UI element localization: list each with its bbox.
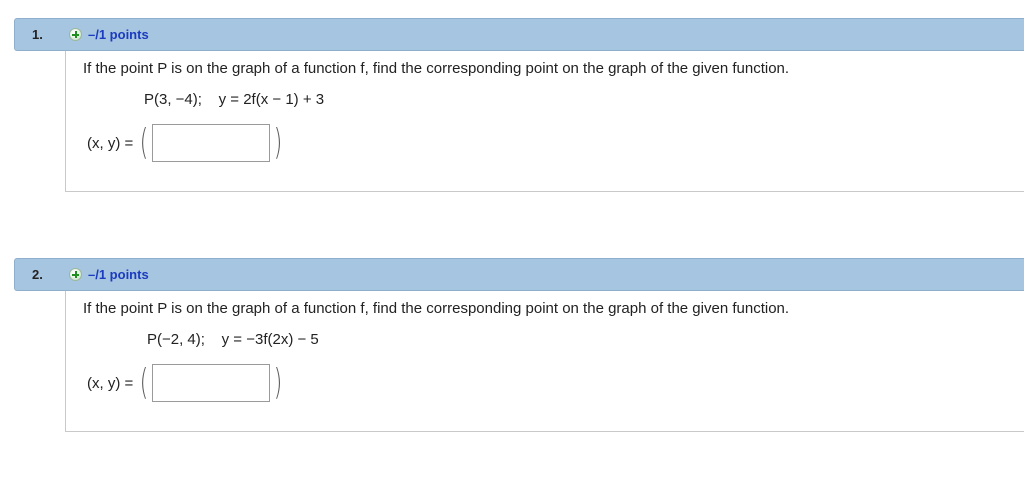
question-number: 1. [32,27,43,42]
open-paren: ( [140,362,149,403]
given-point: P(3, −4); [144,91,202,108]
question-header: 2. –/1 points [14,258,1024,291]
points-link[interactable]: –/1 points [88,27,149,42]
question-2: 2. –/1 points If the point P is on the g… [14,258,1024,432]
close-paren: ) [274,362,283,403]
question-body: If the point P is on the graph of a func… [65,291,1024,432]
plus-circle-icon[interactable] [69,28,82,41]
question-number: 2. [32,267,43,282]
given-function: y = −3f(2x) − 5 [221,331,319,348]
points-link[interactable]: –/1 points [88,267,149,282]
answer-row: (x, y) = ( ) [87,363,285,403]
answer-input[interactable] [152,364,271,402]
given-expression: P(−2, 4); y = −3f(2x) − 5 [147,331,319,348]
given-expression: P(3, −4); y = 2f(x − 1) + 3 [144,91,324,108]
answer-label: (x, y) = [87,134,134,152]
question-1: 1. –/1 points If the point P is on the g… [14,18,1024,192]
question-prompt: If the point P is on the graph of a func… [83,300,790,317]
answer-label: (x, y) = [87,374,134,392]
answer-row: (x, y) = ( ) [87,123,285,163]
plus-circle-icon[interactable] [69,268,82,281]
answer-input[interactable] [152,124,271,162]
question-body: If the point P is on the graph of a func… [65,51,1024,192]
open-paren: ( [140,122,149,163]
given-function: y = 2f(x − 1) + 3 [218,91,325,108]
given-point: P(−2, 4); [147,331,205,348]
close-paren: ) [274,122,283,163]
question-prompt: If the point P is on the graph of a func… [83,60,790,77]
question-header: 1. –/1 points [14,18,1024,51]
